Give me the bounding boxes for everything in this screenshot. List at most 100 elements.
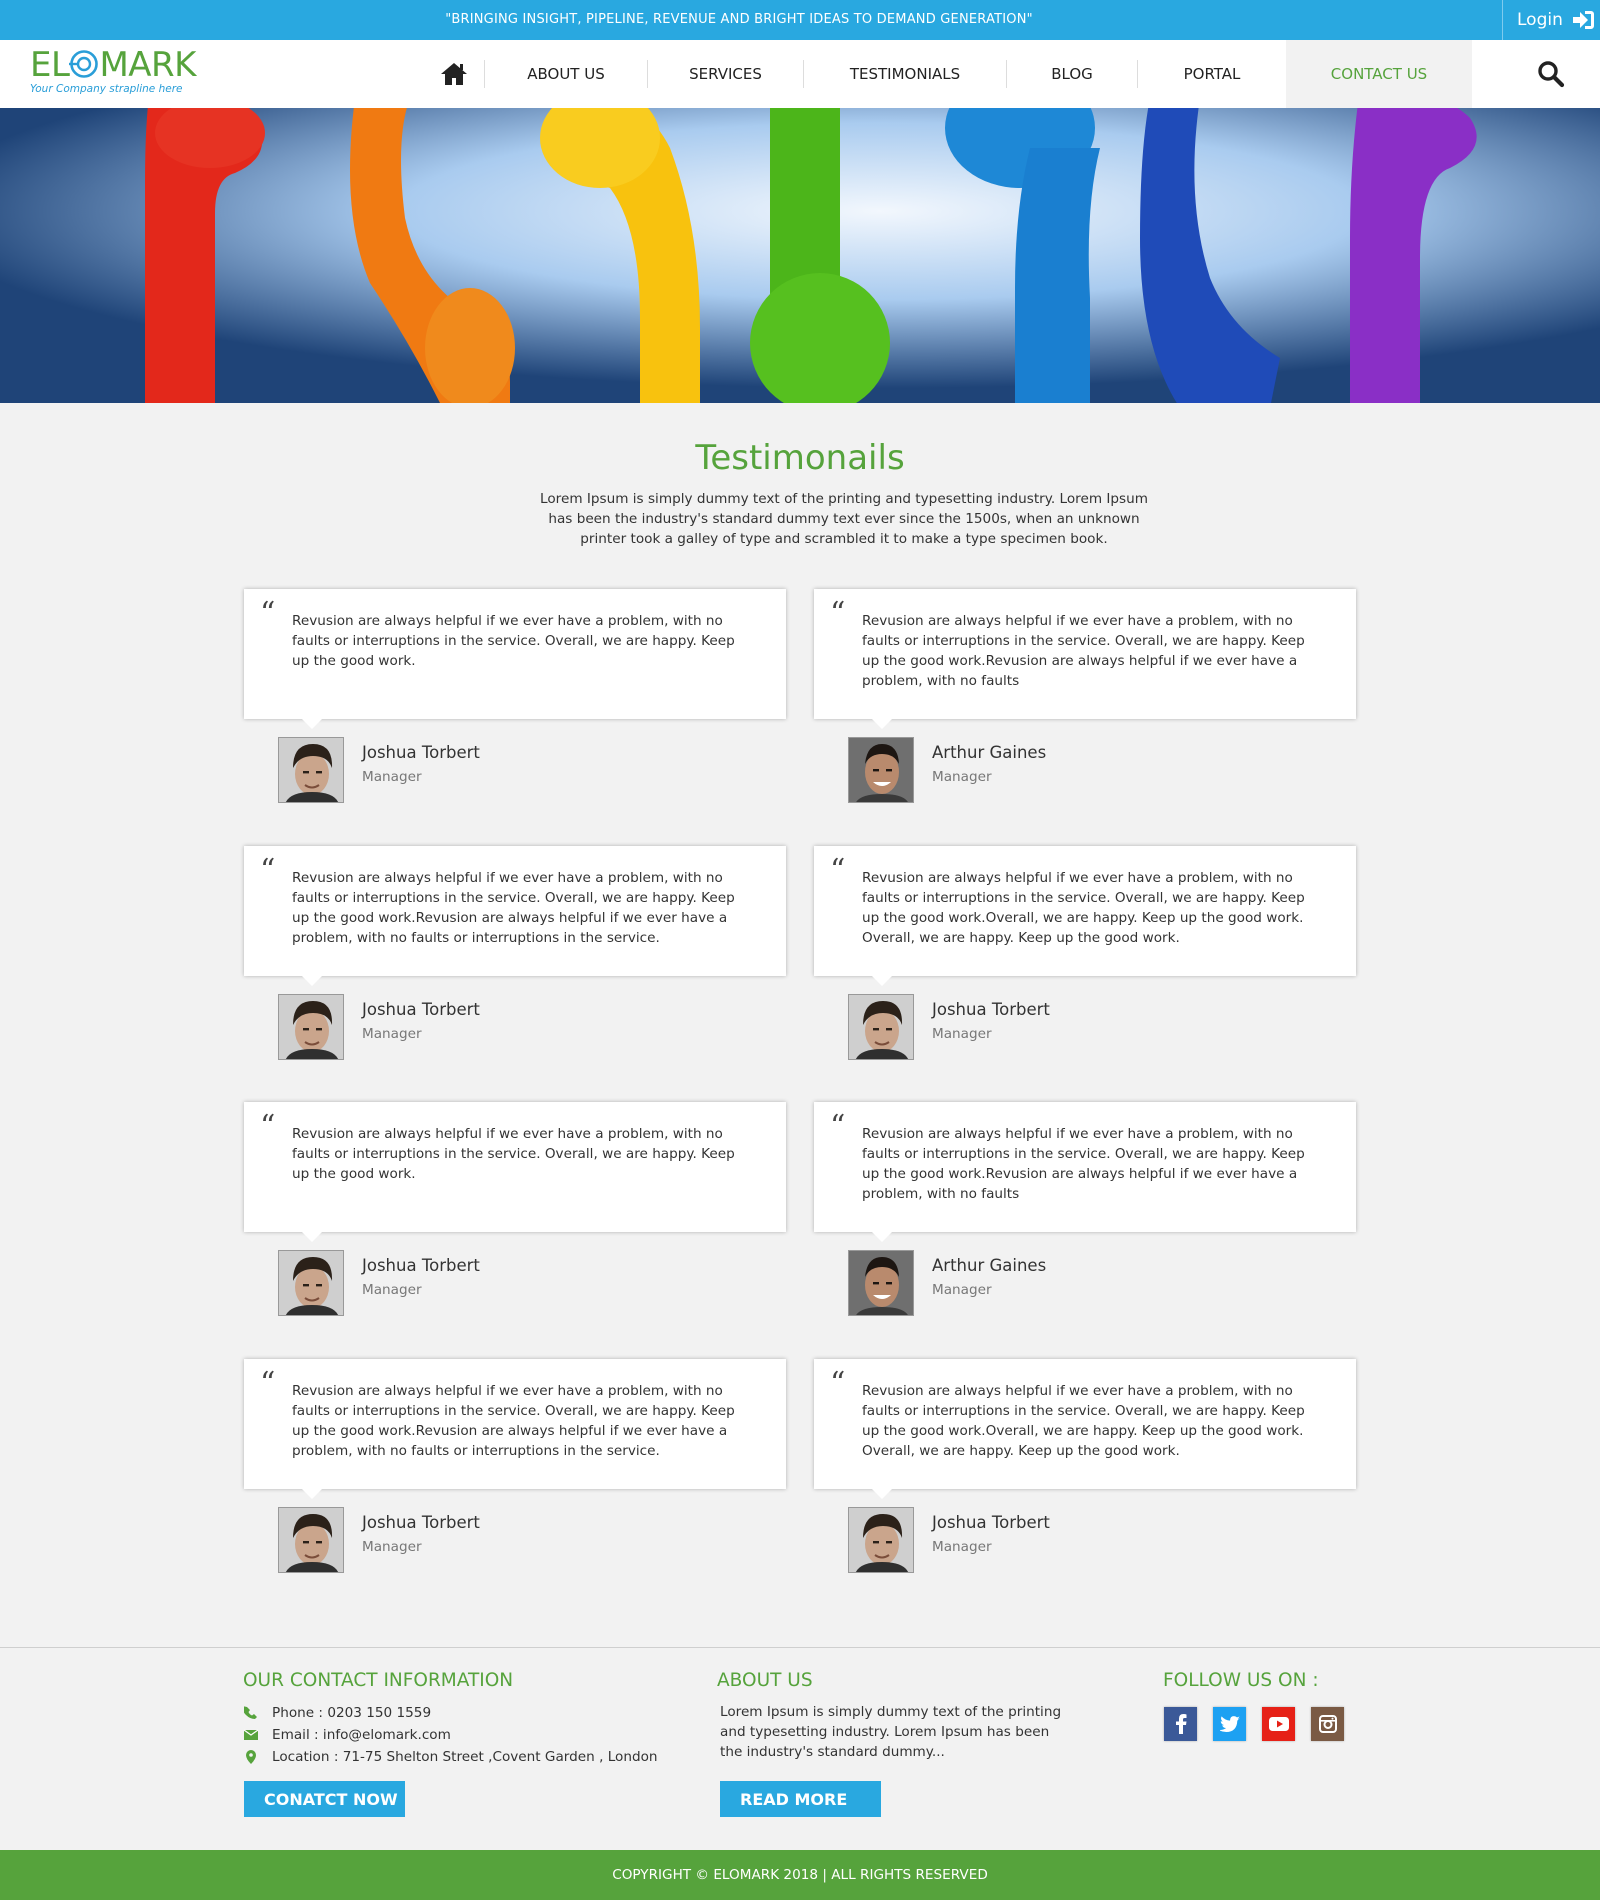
- nav-blog[interactable]: BLOG: [1007, 40, 1137, 108]
- author-name: Joshua Torbert: [362, 743, 480, 762]
- testimonial-author: Joshua Torbert Manager: [244, 976, 786, 1066]
- location-text: Location : 71-75 Shelton Street ,Covent …: [272, 1749, 658, 1765]
- testimonial-quote-box: “ Revusion are always helpful if we ever …: [814, 589, 1356, 729]
- testimonial-author: Joshua Torbert Manager: [244, 1489, 786, 1579]
- testimonial-card: “ Revusion are always helpful if we ever …: [244, 846, 786, 1066]
- testimonial-card: “ Revusion are always helpful if we ever …: [814, 1359, 1356, 1579]
- social-links: [1164, 1707, 1360, 1741]
- twitter-link[interactable]: [1213, 1707, 1246, 1741]
- author-name: Joshua Torbert: [932, 1000, 1050, 1019]
- nav-menu: ABOUT US SERVICES TESTIMONIALS BLOG PORT…: [424, 40, 1472, 108]
- quote-icon: “: [260, 596, 276, 631]
- author-name: Joshua Torbert: [362, 1000, 480, 1019]
- testimonial-author: Arthur Gaines Manager: [814, 1232, 1356, 1322]
- testimonial-quote-box: “ Revusion are always helpful if we ever …: [244, 1359, 786, 1499]
- nav-portal[interactable]: PORTAL: [1138, 40, 1286, 108]
- footer-divider: [0, 1647, 1600, 1648]
- main-navbar: EL MARK Your Company strapline here ABOUT…: [0, 40, 1600, 108]
- testimonial-text: Revusion are always helpful if we ever h…: [862, 613, 1305, 689]
- testimonial-text: Revusion are always helpful if we ever h…: [292, 1383, 735, 1459]
- testimonial-card: “ Revusion are always helpful if we ever …: [244, 1359, 786, 1579]
- nav-contact-us[interactable]: CONTACT US: [1286, 40, 1472, 108]
- testimonial-quote-box: “ Revusion are always helpful if we ever …: [244, 846, 786, 986]
- tagline: "BRINGING INSIGHT, PIPELINE, REVENUE AND…: [445, 12, 1033, 27]
- contact-email: Email : info@elomark.com: [244, 1724, 658, 1746]
- author-role: Manager: [362, 1282, 422, 1298]
- avatar: [848, 1250, 914, 1316]
- home-icon: [441, 63, 467, 85]
- testimonial-card: “ Revusion are always helpful if we ever …: [814, 846, 1356, 1066]
- avatar: [848, 994, 914, 1060]
- quote-icon: “: [260, 1109, 276, 1144]
- facebook-link[interactable]: [1164, 1707, 1197, 1741]
- quote-icon: “: [260, 1366, 276, 1401]
- about-us-text: Lorem Ipsum is simply dummy text of the …: [720, 1704, 1062, 1760]
- testimonial-quote-box: “ Revusion are always helpful if we ever …: [244, 1102, 786, 1242]
- envelope-icon: [244, 1729, 258, 1740]
- avatar: [278, 737, 344, 803]
- instagram-icon: [1318, 1715, 1337, 1733]
- testimonial-text: Revusion are always helpful if we ever h…: [862, 1126, 1305, 1202]
- youtube-link[interactable]: [1262, 1707, 1295, 1741]
- login-button[interactable]: Login: [1502, 0, 1600, 40]
- testimonial-card: “ Revusion are always helpful if we ever …: [814, 589, 1356, 809]
- nav-testimonials[interactable]: TESTIMONIALS: [804, 40, 1006, 108]
- nav-about-us[interactable]: ABOUT US: [485, 40, 647, 108]
- testimonial-quote-box: “ Revusion are always helpful if we ever …: [814, 846, 1356, 986]
- testimonial-author: Joshua Torbert Manager: [244, 719, 786, 809]
- quote-icon: “: [830, 1109, 846, 1144]
- facebook-icon: [1175, 1714, 1186, 1734]
- instagram-link[interactable]: [1311, 1707, 1344, 1741]
- author-name: Joshua Torbert: [362, 1256, 480, 1275]
- author-role: Manager: [932, 1026, 992, 1042]
- testimonial-quote-box: “ Revusion are always helpful if we ever …: [814, 1359, 1356, 1499]
- contact-info-title: OUR CONTACT INFORMATION: [243, 1670, 514, 1691]
- testimonial-card: “ Revusion are always helpful if we ever …: [244, 589, 786, 809]
- testimonial-quote-box: “ Revusion are always helpful if we ever …: [244, 589, 786, 729]
- contact-now-button[interactable]: CONATCT NOW: [244, 1781, 405, 1817]
- hero-banner: [0, 108, 1600, 403]
- testimonial-text: Revusion are always helpful if we ever h…: [862, 1383, 1305, 1459]
- quote-icon: “: [830, 853, 846, 888]
- avatar: [278, 1250, 344, 1316]
- search-button[interactable]: [1502, 40, 1600, 108]
- youtube-icon: [1268, 1717, 1289, 1731]
- top-bar: "BRINGING INSIGHT, PIPELINE, REVENUE AND…: [0, 0, 1600, 40]
- testimonial-author: Joshua Torbert Manager: [244, 1232, 786, 1322]
- phone-text: Phone : 0203 150 1559: [272, 1705, 432, 1721]
- twitter-icon: [1219, 1716, 1240, 1732]
- contact-phone: Phone : 0203 150 1559: [244, 1702, 658, 1724]
- author-name: Joshua Torbert: [932, 1513, 1050, 1532]
- testimonial-text: Revusion are always helpful if we ever h…: [292, 870, 735, 946]
- quote-icon: “: [260, 853, 276, 888]
- section-title: Testimonails: [695, 438, 905, 478]
- author-role: Manager: [362, 769, 422, 785]
- testimonial-card: “ Revusion are always helpful if we ever …: [244, 1102, 786, 1322]
- quote-icon: “: [830, 1366, 846, 1401]
- map-marker-icon: [246, 1750, 256, 1764]
- testimonial-author: Joshua Torbert Manager: [814, 1489, 1356, 1579]
- avatar: [278, 994, 344, 1060]
- elomark-logo[interactable]: EL MARK Your Company strapline here: [30, 48, 210, 102]
- testimonial-card: “ Revusion are always helpful if we ever …: [814, 1102, 1356, 1322]
- contact-location: Location : 71-75 Shelton Street ,Covent …: [244, 1746, 658, 1768]
- follow-us-title: FOLLOW US ON :: [1163, 1670, 1319, 1691]
- contact-info-list: Phone : 0203 150 1559 Email : info@eloma…: [244, 1702, 658, 1768]
- author-role: Manager: [362, 1539, 422, 1555]
- section-subtitle: Lorem Ipsum is simply dummy text of the …: [540, 491, 1148, 547]
- read-more-button[interactable]: READ MORE: [720, 1781, 881, 1817]
- about-us-title: ABOUT US: [717, 1670, 813, 1691]
- avatar: [278, 1507, 344, 1573]
- phone-icon: [244, 1706, 257, 1719]
- author-name: Joshua Torbert: [362, 1513, 480, 1532]
- copyright-bar: COPYRIGHT © ELOMARK 2018 | ALL RIGHTS RE…: [0, 1850, 1600, 1900]
- login-label: Login: [1517, 10, 1563, 30]
- email-text[interactable]: Email : info@elomark.com: [272, 1727, 451, 1743]
- logo-o-mark: [69, 50, 99, 78]
- search-icon: [1538, 61, 1565, 88]
- nav-services[interactable]: SERVICES: [648, 40, 803, 108]
- nav-home[interactable]: [424, 40, 484, 108]
- logo-wordmark: EL MARK: [30, 45, 196, 85]
- testimonial-text: Revusion are always helpful if we ever h…: [862, 870, 1305, 946]
- telephone-handsets-image: [0, 108, 1600, 403]
